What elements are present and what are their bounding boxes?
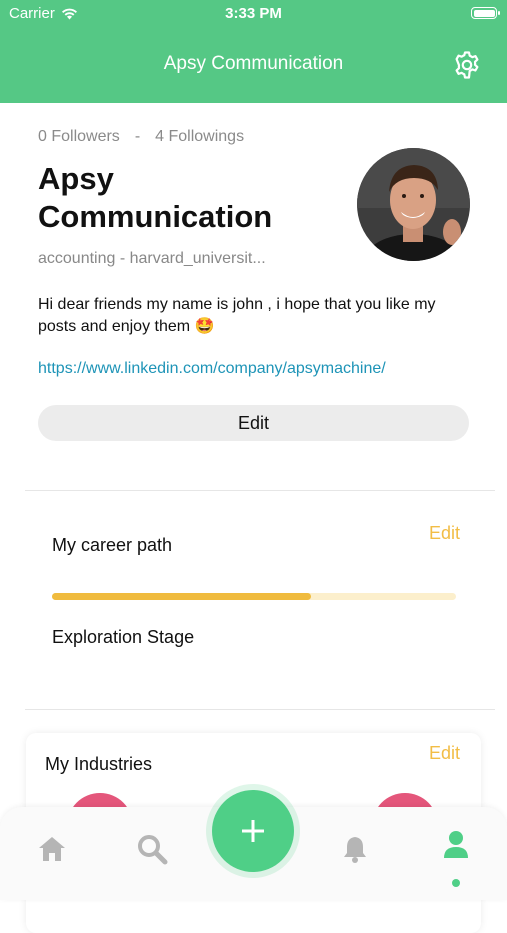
profile-name: Apsy Communication	[38, 161, 273, 234]
page-title: Apsy Communication	[163, 53, 344, 74]
status-bar: Carrier 3:33 PM	[0, 0, 507, 28]
followings-count[interactable]: 4 Followings	[155, 128, 244, 146]
app-header: Carrier 3:33 PM Apsy Communication	[0, 0, 507, 103]
career-path-title: My career path	[52, 535, 173, 555]
followers-count[interactable]: 0 Followers	[38, 128, 120, 146]
home-icon[interactable]	[37, 835, 67, 863]
edit-career-button[interactable]: Edit	[429, 523, 460, 544]
follow-stats: 0 Followers - 4 Followings	[38, 128, 244, 146]
avatar[interactable]	[357, 148, 470, 261]
profile-bio: Hi dear friends my name is john , i hope…	[38, 296, 436, 335]
edit-profile-button[interactable]: Edit	[38, 405, 469, 441]
follow-separator: -	[134, 128, 141, 145]
avatar-photo	[357, 148, 470, 261]
divider	[25, 490, 495, 491]
industries-title: My Industries	[45, 754, 153, 774]
active-tab-indicator	[452, 879, 460, 887]
career-stage: Exploration Stage	[52, 627, 195, 647]
add-button[interactable]	[212, 790, 294, 872]
career-progress-fill	[52, 593, 311, 600]
bell-icon[interactable]	[342, 835, 368, 863]
edit-industries-button[interactable]: Edit	[429, 743, 460, 764]
profile-link[interactable]: https://www.linkedin.com/company/apsymac…	[38, 360, 386, 378]
gear-icon[interactable]	[452, 50, 482, 80]
profile-subtitle: accounting - harvard_universit...	[38, 250, 266, 267]
add-icon	[242, 820, 264, 842]
profile-icon[interactable]	[442, 830, 470, 860]
battery-icon	[471, 7, 500, 19]
career-progress-bar	[52, 593, 456, 600]
status-time: 3:33 PM	[225, 5, 282, 22]
divider	[25, 709, 495, 710]
search-icon[interactable]	[136, 833, 168, 865]
